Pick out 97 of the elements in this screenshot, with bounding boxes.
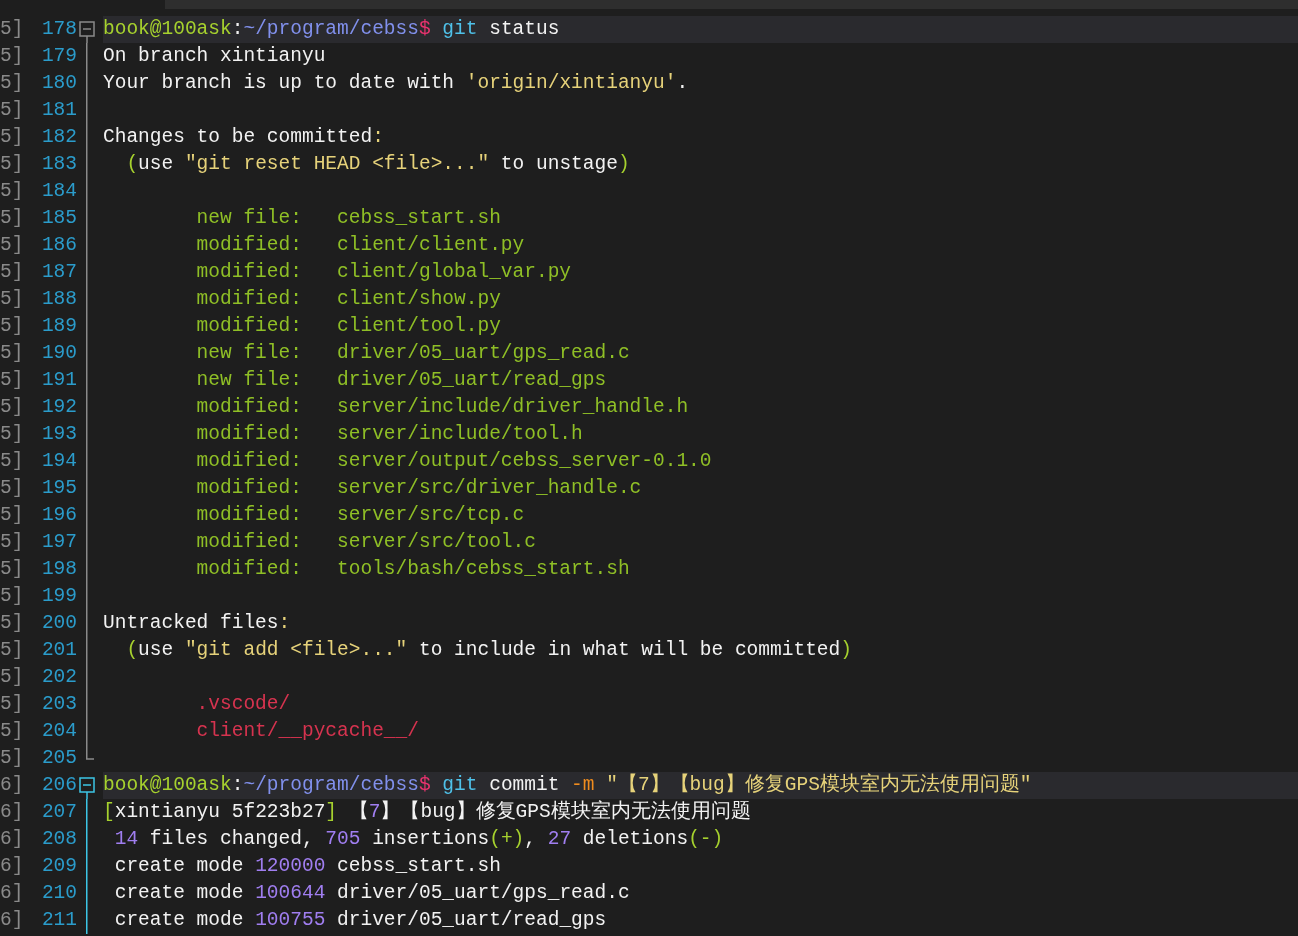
gutter-text: 5] <box>0 71 25 96</box>
terminal-line: On branch xintianyu <box>103 44 326 69</box>
line-number: 203 <box>40 692 77 717</box>
gutter-text: 5] <box>0 395 25 420</box>
line-number: 180 <box>40 71 77 96</box>
line-number: 188 <box>40 287 77 312</box>
line-number: 204 <box>40 719 77 744</box>
gutter-text: 5] <box>0 557 25 582</box>
terminal-line: book@100ask:~/program/cebss$ git status <box>103 17 560 42</box>
line-number: 190 <box>40 341 77 366</box>
gutter-text: 5] <box>0 611 25 636</box>
gutter-text: 5] <box>0 422 25 447</box>
line-number: 199 <box>40 584 77 609</box>
terminal-line: modified: server/src/tcp.c <box>195 503 525 528</box>
line-number: 193 <box>40 422 77 447</box>
line-number: 202 <box>40 665 77 690</box>
terminal-line: modified: client/show.py <box>195 287 501 312</box>
terminal-line: Changes to be committed: <box>103 125 384 150</box>
terminal-line: Your branch is up to date with 'origin/xintianyu'. <box>103 71 689 96</box>
gutter-text: 6] <box>0 881 25 906</box>
gutter-text: 5] <box>0 287 25 312</box>
gutter-text: 5] <box>0 665 25 690</box>
line-number: 183 <box>40 152 77 177</box>
line-number: 200 <box>40 611 77 636</box>
terminal-line: create mode 120000 cebss_start.sh <box>113 854 501 879</box>
terminal-line: 14 files changed, 705 insertions(+), 27 deletions(-) <box>113 827 724 852</box>
terminal-line: client/__pycache__/ <box>195 719 419 744</box>
terminal-line: modified: server/src/tool.c <box>195 530 536 555</box>
gutter-text: 6] <box>0 854 25 879</box>
line-number: 186 <box>40 233 77 258</box>
terminal-line: create mode 100755 driver/05_uart/read_gps <box>113 908 607 933</box>
gutter-text: 5] <box>0 152 25 177</box>
gutter-text: 5] <box>0 368 25 393</box>
line-number: 189 <box>40 314 77 339</box>
gutter-text: 5] <box>0 530 25 555</box>
line-number: 195 <box>40 476 77 501</box>
gutter-text: 5] <box>0 719 25 744</box>
line-number: 201 <box>40 638 77 663</box>
terminal-line: modified: client/global_var.py <box>195 260 572 285</box>
gutter-text: 5] <box>0 638 25 663</box>
terminal-line: new file: driver/05_uart/read_gps <box>195 368 607 393</box>
line-number: 191 <box>40 368 77 393</box>
terminal-line: Untracked files: <box>103 611 291 636</box>
gutter-text: 5] <box>0 584 25 609</box>
terminal-line: (use "git reset HEAD <file>..." to unstage) <box>125 152 630 177</box>
terminal-line: book@100ask:~/program/cebss$ git commit -m "【7】【bug】修复GPS模块室内无法使用问题" <box>103 772 1032 798</box>
gutter-text: 5] <box>0 746 25 771</box>
terminal-line: modified: server/src/driver_handle.c <box>195 476 642 501</box>
line-number: 210 <box>40 881 77 906</box>
line-number: 196 <box>40 503 77 528</box>
gutter-text: 5] <box>0 206 25 231</box>
terminal-line: .vscode/ <box>195 692 291 717</box>
line-number: 205 <box>40 746 77 771</box>
line-number: 206 <box>40 773 77 798</box>
gutter-text: 5] <box>0 476 25 501</box>
line-number: 209 <box>40 854 77 879</box>
terminal-line: modified: client/tool.py <box>195 314 501 339</box>
terminal-line: modified: client/client.py <box>195 233 525 258</box>
terminal-line: create mode 100644 driver/05_uart/gps_read.c <box>113 881 630 906</box>
line-number: 194 <box>40 449 77 474</box>
terminal-line: modified: server/output/cebss_server-0.1.0 <box>195 449 712 474</box>
line-number: 198 <box>40 557 77 582</box>
gutter-text: 5] <box>0 179 25 204</box>
gutter-text: 5] <box>0 44 25 69</box>
terminal-line: modified: server/include/tool.h <box>195 422 583 447</box>
gutter-text: 5] <box>0 314 25 339</box>
line-number: 207 <box>40 800 77 825</box>
terminal-line: new file: driver/05_uart/gps_read.c <box>195 341 630 366</box>
line-number: 211 <box>40 908 77 933</box>
terminal-line: new file: cebss_start.sh <box>195 206 501 231</box>
line-number: 192 <box>40 395 77 420</box>
gutter-text: 6] <box>0 827 25 852</box>
gutter-text: 6] <box>0 908 25 933</box>
gutter-text: 5] <box>0 449 25 474</box>
line-number: 185 <box>40 206 77 231</box>
line-number: 181 <box>40 98 77 123</box>
gutter-text: 5] <box>0 260 25 285</box>
terminal-line: [xintianyu 5f223b27] 【7】【bug】修复GPS模块室内无法使用问题 <box>103 799 751 825</box>
terminal-line: modified: server/include/driver_handle.h <box>195 395 689 420</box>
line-number: 184 <box>40 179 77 204</box>
line-number: 187 <box>40 260 77 285</box>
gutter-text: 5] <box>0 98 25 123</box>
line-number: 179 <box>40 44 77 69</box>
line-number: 182 <box>40 125 77 150</box>
gutter-text: 5] <box>0 692 25 717</box>
gutter-text: 5] <box>0 503 25 528</box>
line-number: 208 <box>40 827 77 852</box>
gutter-text: 5] <box>0 233 25 258</box>
line-number: 197 <box>40 530 77 555</box>
gutter-text: 5] <box>0 341 25 366</box>
terminal-line: modified: tools/bash/cebss_start.sh <box>195 557 630 582</box>
gutter-text: 6] <box>0 800 25 825</box>
gutter-text: 6] <box>0 773 25 798</box>
gutter-text: 5] <box>0 17 25 42</box>
terminal-line: (use "git add <file>..." to include in what will be committed) <box>125 638 852 663</box>
line-number: 178 <box>40 17 77 42</box>
gutter-text: 5] <box>0 125 25 150</box>
